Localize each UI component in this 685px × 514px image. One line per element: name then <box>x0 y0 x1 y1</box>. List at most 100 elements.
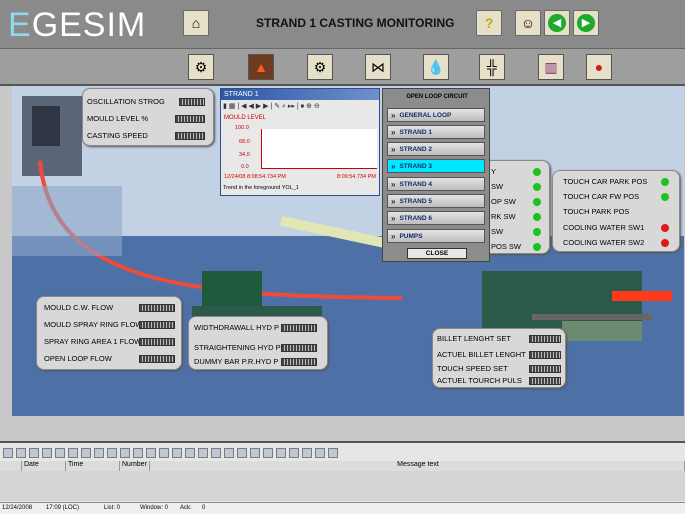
toolbar-icon[interactable] <box>289 448 299 458</box>
alarm-button[interactable]: ● <box>586 54 612 80</box>
menu-item-strand-3[interactable]: » STRAND 3 <box>387 159 485 173</box>
trend-plot-area <box>261 129 377 169</box>
status-led-green <box>661 193 669 201</box>
toolbar-icon[interactable] <box>224 448 234 458</box>
status-led-green <box>533 168 541 176</box>
straightening-hyd-p-value <box>281 344 317 352</box>
chevron-right-icon: » <box>391 213 396 223</box>
switch-row: SW <box>491 182 504 191</box>
mould-spray-ring-flow-label: MOULD SPRAY RING FLOW <box>44 320 143 329</box>
trend-series-label: MOULD LEVEL <box>224 115 267 121</box>
touch-car-park-pos-label: TOUCH CAR PARK POS <box>563 177 648 186</box>
trend-window[interactable]: STRAND 1 ▮ ▦ | ◀ ◀ ▶ ▶ | ✎ ⌕ ▸▸ | ⏹ ⊕ ⊖ … <box>220 88 380 196</box>
menu-item-strand-6[interactable]: » STRAND 6 <box>387 211 485 225</box>
menu-item-strand-2[interactable]: » STRAND 2 <box>387 142 485 156</box>
close-button[interactable]: CLOSE <box>407 248 467 259</box>
trend-y-tick: 0.0 <box>241 164 249 170</box>
strand-button[interactable]: ╬ <box>479 54 505 80</box>
status-list-count: List: 0 <box>104 505 121 511</box>
toolbar-icon[interactable] <box>16 448 26 458</box>
toolbar-icon[interactable] <box>29 448 39 458</box>
message-list[interactable] <box>0 471 685 501</box>
trend-toolbar[interactable]: ▮ ▦ | ◀ ◀ ▶ ▶ | ✎ ⌕ ▸▸ | ⏹ ⊕ ⊖ <box>223 102 377 112</box>
forward-button[interactable]: ▶ <box>573 10 599 36</box>
mould-level-value <box>175 115 205 123</box>
toolbar-icon[interactable] <box>211 448 221 458</box>
chevron-right-icon: » <box>391 127 396 137</box>
gear-button[interactable]: ⚙ <box>188 54 214 80</box>
back-button[interactable]: ◀ <box>544 10 570 36</box>
status-time: 17:09 (LOC) <box>46 505 80 511</box>
billet-lenght-set-value <box>529 335 561 343</box>
chevron-right-icon: » <box>391 161 396 171</box>
valve-button[interactable]: ⋈ <box>365 54 391 80</box>
spray-ring-area-1-flow-value <box>139 338 175 346</box>
toolbar-icon[interactable] <box>198 448 208 458</box>
message-toolbar[interactable] <box>0 446 685 460</box>
chevron-right-icon: » <box>391 179 396 189</box>
water-button[interactable]: 💧 <box>423 54 449 80</box>
user-button[interactable]: ☺ <box>515 10 541 36</box>
report-button[interactable]: ▥ <box>538 54 564 80</box>
status-led-green <box>533 213 541 221</box>
status-led-green <box>533 183 541 191</box>
toolbar-icon[interactable] <box>94 448 104 458</box>
toolbar-icon[interactable] <box>133 448 143 458</box>
toolbar-icon[interactable] <box>185 448 195 458</box>
toolbar-icon[interactable] <box>302 448 312 458</box>
switch-row: OP SW <box>491 197 516 206</box>
status-led-red <box>661 239 669 247</box>
column-header-flag[interactable] <box>0 461 22 471</box>
hydraulic-panel: WIDTHDRAWALL HYD P STRAIGHTENING HYD P D… <box>188 316 328 370</box>
toolbar-icon[interactable] <box>328 448 338 458</box>
column-header-message-text[interactable]: Message text <box>150 461 685 471</box>
toolbar-icon[interactable] <box>81 448 91 458</box>
gears-icon: ⚙ <box>313 58 327 75</box>
menu-item-strand-1[interactable]: » STRAND 1 <box>387 125 485 139</box>
status-led-green <box>661 178 669 186</box>
toolbar-icon[interactable] <box>55 448 65 458</box>
mould-flow-panel: MOULD C.W. FLOW MOULD SPRAY RING FLOW SP… <box>36 296 182 370</box>
menu-item-strand-4[interactable]: » STRAND 4 <box>387 177 485 191</box>
toolbar-icon[interactable] <box>68 448 78 458</box>
toolbar-icon[interactable] <box>263 448 273 458</box>
billet-panel: BILLET LENGHT SET ACTUEL BILLET LENGHT T… <box>432 328 566 388</box>
status-ack-label: Ack: <box>180 505 192 511</box>
navigation-toolbar <box>0 48 685 86</box>
toolbar-icon[interactable] <box>172 448 182 458</box>
ladle-icon: ▲ <box>254 59 268 75</box>
status-ack-count: 0 <box>202 505 206 511</box>
menu-item-general-loop[interactable]: » GENERAL LOOP <box>387 108 485 122</box>
gear-settings-button[interactable]: ⚙ <box>307 54 333 80</box>
oscillation-panel: OSCILLATION STROG MOULD LEVEL % CASTING … <box>82 88 214 146</box>
toolbar-icon[interactable] <box>315 448 325 458</box>
open-loop-flow-label: OPEN LOOP FLOW <box>44 354 112 363</box>
column-header-number[interactable]: Number <box>120 461 150 471</box>
status-led-red <box>661 224 669 232</box>
toolbar-icon[interactable] <box>3 448 13 458</box>
column-header-time[interactable]: Time <box>66 461 120 471</box>
oscillation-strog-row: OSCILLATION STROG <box>87 97 165 106</box>
home-icon: ⌂ <box>191 15 201 31</box>
menu-item-pumps[interactable]: » PUMPS <box>387 229 485 243</box>
toolbar-icon[interactable] <box>107 448 117 458</box>
toolbar-icon[interactable] <box>159 448 169 458</box>
home-button[interactable]: ⌂ <box>183 10 209 36</box>
casting-button[interactable]: ▲ <box>248 54 274 80</box>
toolbar-icon[interactable] <box>42 448 52 458</box>
toolbar-icon[interactable] <box>237 448 247 458</box>
help-button[interactable]: ? <box>476 10 502 36</box>
actuel-billet-lenght-label: ACTUEL BILLET LENGHT <box>437 350 526 359</box>
column-header-date[interactable]: Date <box>22 461 66 471</box>
menu-item-strand-5[interactable]: » STRAND 5 <box>387 194 485 208</box>
toolbar-icon[interactable] <box>120 448 130 458</box>
toolbar-icon[interactable] <box>276 448 286 458</box>
touch-park-pos-label: TOUCH PARK POS <box>563 207 630 216</box>
toolbar-icon[interactable] <box>146 448 156 458</box>
arrow-left-icon: ◀ <box>548 14 566 32</box>
message-panel: Date Time Number Message text 12/24/2008… <box>0 441 685 514</box>
toolbar-icon[interactable] <box>250 448 260 458</box>
user-icon: ☺ <box>520 15 536 31</box>
dummy-bar-hyd-p-label: DUMMY BAR P.R.HYD P <box>194 357 279 366</box>
casting-speed-row: CASTING SPEED <box>87 131 148 140</box>
